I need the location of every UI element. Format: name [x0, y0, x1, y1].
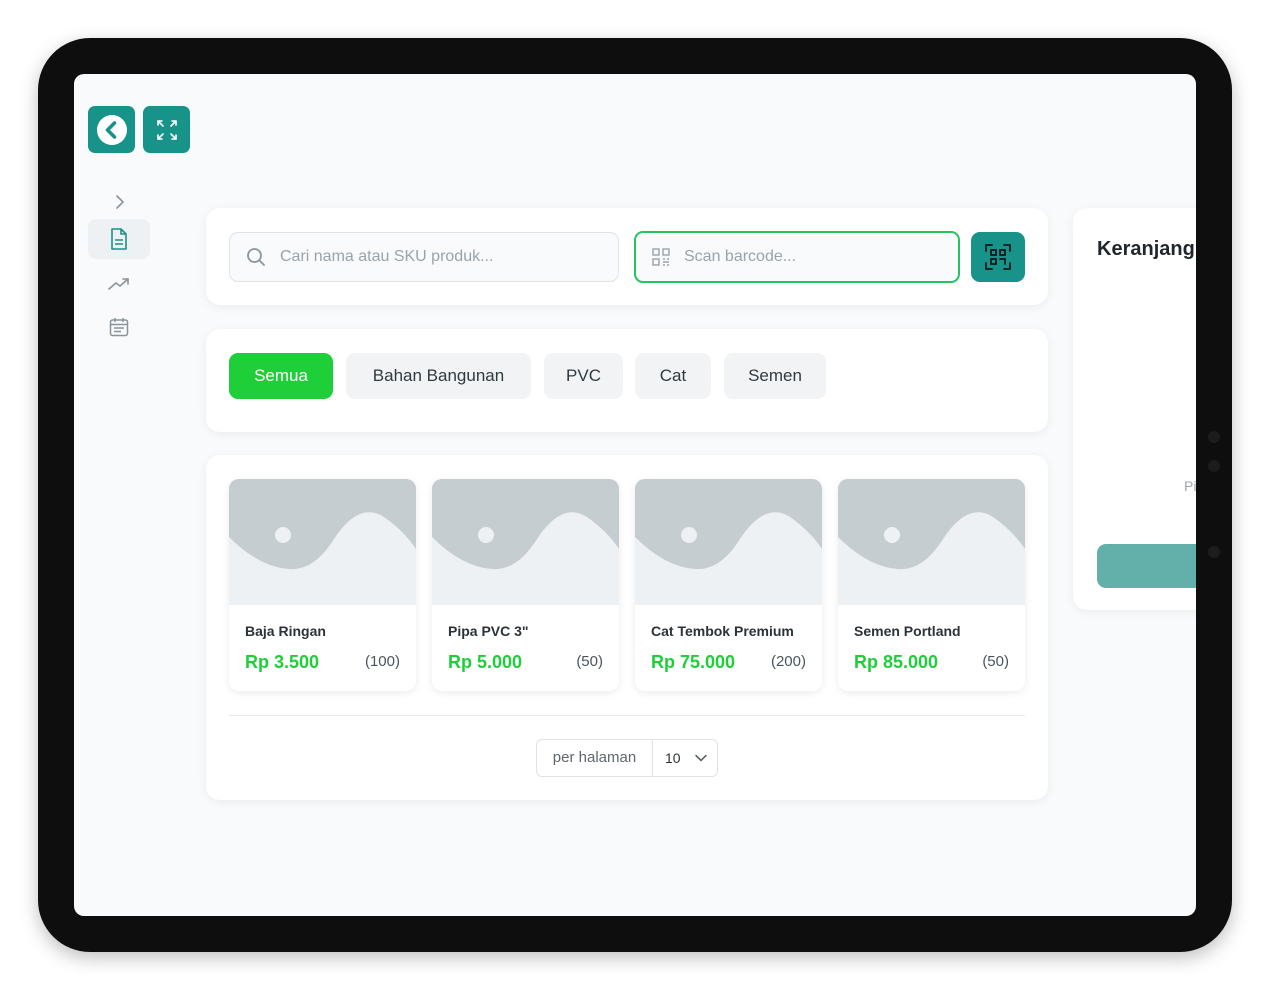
- product-card[interactable]: Cat Tembok Premium Rp 75.000 (200): [635, 479, 822, 691]
- product-price: Rp 5.000: [448, 652, 523, 672]
- category-chip-pvc[interactable]: PVC: [544, 353, 623, 399]
- category-card: Semua Bahan Bangunan PVC Cat Semen: [206, 329, 1048, 432]
- sidebar-item-transactions[interactable]: [108, 228, 130, 250]
- calendar-icon: [109, 318, 129, 337]
- search-icon: [247, 248, 265, 266]
- fullscreen-icon: [156, 119, 177, 140]
- back-button[interactable]: [88, 106, 135, 153]
- chevron-down-icon: [694, 754, 707, 762]
- sidebar-item-reports[interactable]: [108, 273, 130, 295]
- search-card: Cari nama atau SKU produk... Scan barcod…: [206, 208, 1048, 305]
- image-placeholder-icon: [229, 479, 416, 605]
- search-placeholder: Cari nama atau SKU produk...: [280, 248, 494, 265]
- scan-barcode-button[interactable]: [971, 232, 1025, 282]
- product-stock: (50): [982, 653, 1009, 670]
- image-placeholder-icon: [432, 479, 619, 605]
- checkout-button[interactable]: [1097, 544, 1196, 588]
- product-price: Rp 75.000: [651, 652, 736, 672]
- category-chip-paint[interactable]: Cat: [635, 353, 711, 399]
- per-page-value: 10: [665, 750, 681, 766]
- side-sensor: [1208, 460, 1220, 472]
- cart-empty-hint: Pi: [1184, 478, 1196, 494]
- barcode-icon: [652, 248, 670, 266]
- product-grid-card: Baja Ringan Rp 3.500 (100) Pipa PVC 3" R…: [206, 455, 1048, 800]
- product-price: Rp 3.500: [245, 652, 320, 672]
- app-screen: Cari nama atau SKU produk... Scan barcod…: [74, 74, 1196, 916]
- product-name: Pipa PVC 3": [448, 623, 529, 639]
- product-card[interactable]: Pipa PVC 3" Rp 5.000 (50): [432, 479, 619, 691]
- product-name: Cat Tembok Premium: [651, 623, 794, 639]
- product-card[interactable]: Semen Portland Rp 85.000 (50): [838, 479, 1025, 691]
- product-price: Rp 85.000: [854, 652, 939, 672]
- sidebar-expand[interactable]: [108, 191, 130, 213]
- per-page-select[interactable]: per halaman 10: [536, 739, 718, 777]
- document-icon: [111, 228, 127, 250]
- product-stock: (100): [364, 653, 400, 670]
- product-name: Baja Ringan: [245, 623, 326, 639]
- side-sensor: [1208, 546, 1220, 558]
- product-stock: (50): [576, 653, 603, 670]
- side-sensor: [1208, 431, 1220, 443]
- product-card[interactable]: Baja Ringan Rp 3.500 (100): [229, 479, 416, 691]
- image-placeholder-icon: [635, 479, 822, 605]
- barcode-placeholder: Scan barcode...: [684, 248, 797, 265]
- fullscreen-button[interactable]: [143, 106, 190, 153]
- per-page-label: per halaman: [537, 740, 653, 776]
- chevron-right-icon: [116, 195, 125, 209]
- product-name: Semen Portland: [854, 623, 961, 639]
- category-chip-building[interactable]: Bahan Bangunan: [346, 353, 531, 399]
- product-stock: (200): [770, 653, 806, 670]
- sidebar-item-schedule[interactable]: [108, 316, 130, 338]
- cart-panel: Keranjang Pi: [1073, 208, 1196, 610]
- image-placeholder-icon: [838, 479, 1025, 605]
- grid-divider: [229, 715, 1025, 716]
- qr-scan-icon: [985, 244, 1011, 270]
- cart-title: Keranjang: [1097, 238, 1195, 260]
- back-arrow-icon: [96, 114, 127, 145]
- category-chip-cement[interactable]: Semen: [724, 353, 826, 399]
- search-input[interactable]: Cari nama atau SKU produk...: [229, 232, 619, 282]
- barcode-input[interactable]: Scan barcode...: [634, 231, 960, 283]
- trending-up-icon: [108, 278, 129, 290]
- category-chip-all[interactable]: Semua: [229, 353, 333, 399]
